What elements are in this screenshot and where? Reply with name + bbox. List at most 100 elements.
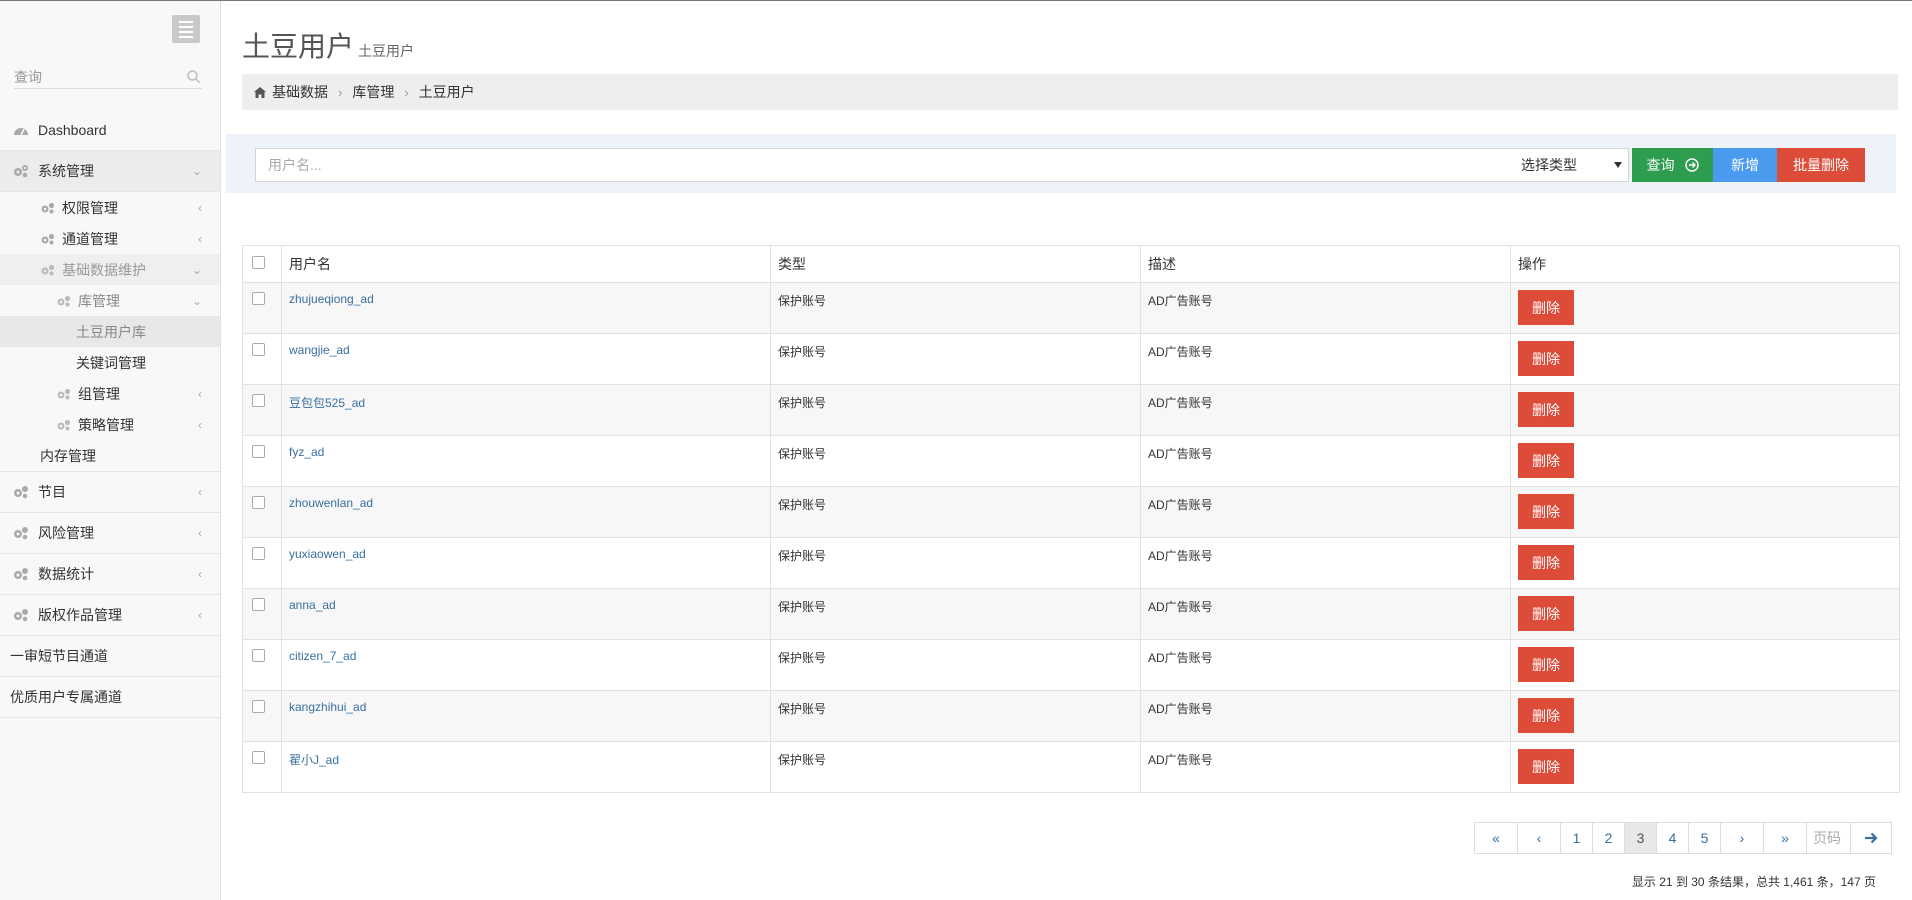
- chevron-down-icon: ⌄: [191, 293, 202, 308]
- add-button[interactable]: 新增: [1713, 148, 1777, 182]
- dashboard-icon: [12, 122, 32, 138]
- next-page-button[interactable]: ›: [1720, 822, 1764, 854]
- sidebar-item-basic-data[interactable]: 基础数据维护 ⌄: [0, 254, 220, 285]
- sidebar-item-program[interactable]: 节目 ‹: [0, 472, 220, 513]
- delete-button[interactable]: 删除: [1518, 392, 1574, 427]
- sidebar-item-risk[interactable]: 风险管理 ‹: [0, 513, 220, 554]
- row-checkbox[interactable]: [252, 649, 265, 662]
- column-header-description: 描述: [1140, 245, 1511, 283]
- delete-button[interactable]: 删除: [1518, 698, 1574, 733]
- page-button-3-current[interactable]: 3: [1624, 822, 1657, 854]
- sidebar: Dashboard 系统管理 ⌄ 权限管理 ‹ 通道管理 ‹: [0, 1, 221, 900]
- sidebar-item-copyright[interactable]: 版权作品管理 ‹: [0, 595, 220, 636]
- sidebar-item-permission[interactable]: 权限管理 ‹: [0, 192, 220, 223]
- username-link[interactable]: zhouwenlan_ad: [289, 496, 373, 510]
- row-checkbox[interactable]: [252, 394, 265, 407]
- row-checkbox[interactable]: [252, 343, 265, 356]
- column-header-type: 类型: [770, 245, 1141, 283]
- username-input[interactable]: [255, 148, 1510, 182]
- type-select-value: 选择类型: [1521, 157, 1577, 173]
- delete-button[interactable]: 删除: [1518, 545, 1574, 580]
- username-link[interactable]: anna_ad: [289, 598, 336, 612]
- type-cell: 保护账号: [770, 435, 1141, 487]
- sidebar-item-system[interactable]: 系统管理 ⌄: [0, 151, 220, 192]
- delete-button[interactable]: 删除: [1518, 596, 1574, 631]
- delete-button[interactable]: 删除: [1518, 290, 1574, 325]
- chevron-left-icon: ‹: [198, 567, 202, 581]
- breadcrumb-separator-icon: ›: [338, 84, 343, 100]
- table-row: yuxiaowen_ad 保护账号 AD广告账号 删除: [242, 537, 1900, 589]
- chevron-left-icon: ‹: [198, 386, 202, 401]
- sidebar-item-library[interactable]: 库管理 ⌄: [0, 285, 220, 316]
- last-page-button[interactable]: »: [1763, 822, 1807, 854]
- breadcrumb-item[interactable]: 基础数据: [272, 82, 328, 102]
- username-link[interactable]: 豆包包525_ad: [289, 396, 365, 410]
- description-cell: AD广告账号: [1140, 333, 1511, 385]
- sidebar-item-statistics[interactable]: 数据统计 ‹: [0, 554, 220, 595]
- username-link[interactable]: kangzhihui_ad: [289, 700, 366, 714]
- first-page-button[interactable]: «: [1474, 822, 1518, 854]
- query-button-label: 查询: [1646, 157, 1675, 173]
- breadcrumb-item-current: 土豆用户: [418, 84, 475, 100]
- type-cell: 保护账号: [770, 741, 1141, 793]
- cogs-icon: [12, 525, 32, 541]
- sidebar-item-short-program-review[interactable]: 一审短节目通道: [0, 636, 220, 677]
- table-row: 豆包包525_ad 保护账号 AD广告账号 删除: [242, 384, 1900, 436]
- username-link[interactable]: yuxiaowen_ad: [289, 547, 366, 561]
- table-row: zhujueqiong_ad 保护账号 AD广告账号 删除: [242, 282, 1900, 334]
- row-checkbox[interactable]: [252, 292, 265, 305]
- sidebar-item-strategy[interactable]: 策略管理 ‹: [0, 409, 220, 440]
- row-checkbox[interactable]: [252, 598, 265, 611]
- sidebar-item-dashboard[interactable]: Dashboard: [0, 110, 220, 151]
- row-checkbox[interactable]: [252, 547, 265, 560]
- row-checkbox[interactable]: [252, 700, 265, 713]
- username-link[interactable]: fyz_ad: [289, 445, 324, 459]
- table-row: fyz_ad 保护账号 AD广告账号 删除: [242, 435, 1900, 487]
- sidebar-item-label: 库管理: [78, 292, 120, 309]
- sidebar-item-channel[interactable]: 通道管理 ‹: [0, 223, 220, 254]
- row-checkbox[interactable]: [252, 445, 265, 458]
- page-button-4[interactable]: 4: [1656, 822, 1689, 854]
- row-checkbox[interactable]: [252, 751, 265, 764]
- delete-button[interactable]: 删除: [1518, 494, 1574, 529]
- page-button-2[interactable]: 2: [1592, 822, 1625, 854]
- breadcrumb-item[interactable]: 库管理: [352, 82, 394, 102]
- sidebar-item-quality-user[interactable]: 优质用户专属通道: [0, 677, 220, 718]
- delete-button[interactable]: 删除: [1518, 647, 1574, 682]
- username-link[interactable]: zhujueqiong_ad: [289, 292, 374, 306]
- delete-button[interactable]: 删除: [1518, 443, 1574, 478]
- page-number-input[interactable]: [1806, 822, 1851, 854]
- select-all-checkbox[interactable]: [252, 256, 265, 269]
- delete-button[interactable]: 删除: [1518, 749, 1574, 784]
- cogs-icon: [56, 294, 74, 308]
- type-cell: 保护账号: [770, 690, 1141, 742]
- row-checkbox[interactable]: [252, 496, 265, 509]
- sidebar-item-keyword[interactable]: 关键词管理: [0, 347, 220, 378]
- sidebar-toggle-button[interactable]: [172, 15, 200, 43]
- sidebar-item-memory[interactable]: 内存管理: [0, 440, 220, 472]
- description-cell: AD广告账号: [1140, 639, 1511, 691]
- type-select[interactable]: 选择类型: [1507, 148, 1629, 182]
- cogs-icon: [56, 418, 74, 432]
- type-cell: 保护账号: [770, 384, 1141, 436]
- username-link[interactable]: wangjie_ad: [289, 343, 350, 357]
- sidebar-item-group[interactable]: 组管理 ‹: [0, 378, 220, 409]
- search-icon[interactable]: [186, 69, 202, 85]
- sidebar-item-label: 通道管理: [62, 230, 118, 247]
- hamburger-icon-bar: [179, 30, 193, 33]
- username-link[interactable]: 翟小J_ad: [289, 753, 339, 767]
- batch-delete-button[interactable]: 批量删除: [1777, 148, 1865, 182]
- delete-button[interactable]: 删除: [1518, 341, 1574, 376]
- go-page-button[interactable]: [1850, 822, 1892, 854]
- column-header-username: 用户名: [281, 245, 771, 283]
- username-link[interactable]: citizen_7_ad: [289, 649, 356, 663]
- sidebar-item-tudou-user-library[interactable]: 土豆用户库: [0, 316, 220, 347]
- sidebar-item-label: 节目: [38, 484, 66, 500]
- page-button-5[interactable]: 5: [1688, 822, 1721, 854]
- prev-page-button[interactable]: ‹: [1517, 822, 1561, 854]
- cogs-icon: [12, 484, 32, 500]
- description-cell: AD广告账号: [1140, 435, 1511, 487]
- page-button-1[interactable]: 1: [1560, 822, 1593, 854]
- sidebar-search-input[interactable]: [14, 68, 184, 85]
- query-button[interactable]: 查询: [1632, 148, 1713, 182]
